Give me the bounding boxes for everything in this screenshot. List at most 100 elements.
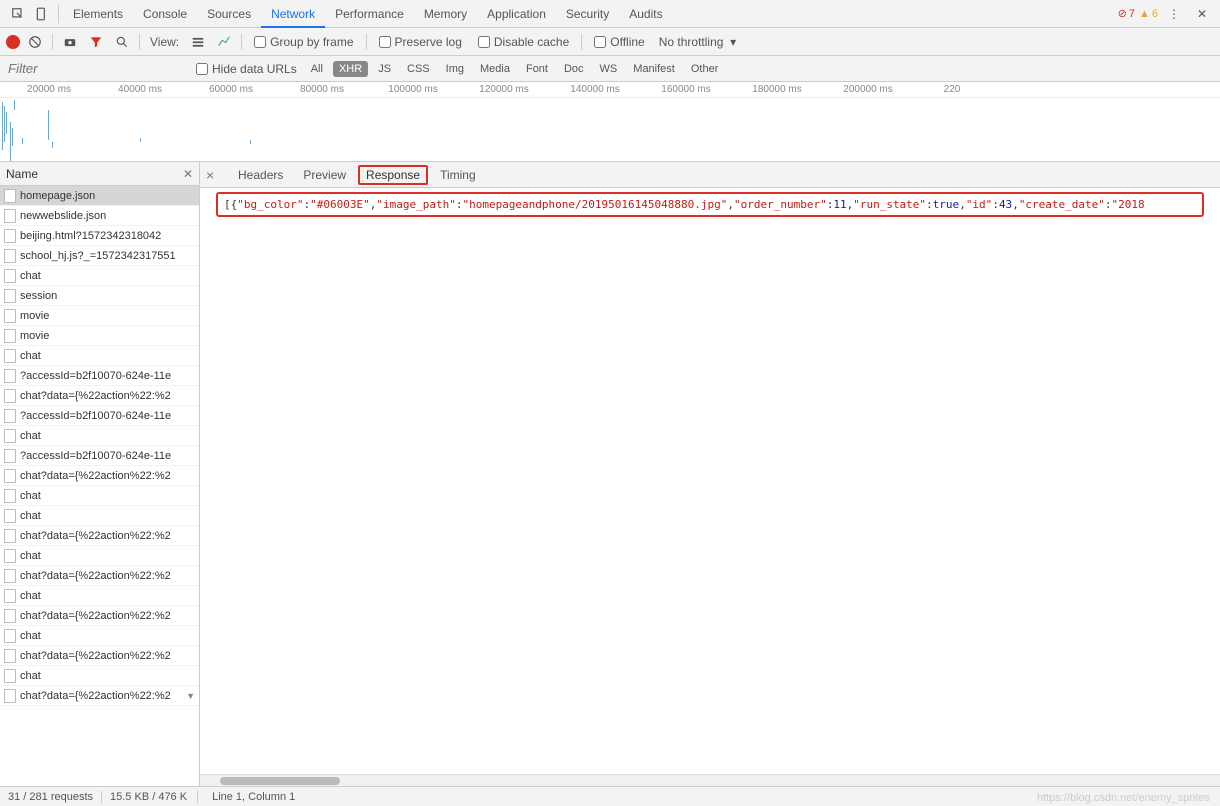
tab-security[interactable]: Security <box>556 0 619 27</box>
filter-chip-ws[interactable]: WS <box>594 61 624 77</box>
more-icon[interactable]: ⋮ <box>1162 2 1186 26</box>
timeline-tick: 160000 ms <box>661 84 710 95</box>
file-icon <box>4 489 16 503</box>
filter-chip-font[interactable]: Font <box>520 61 554 77</box>
hide-data-urls-checkbox[interactable]: Hide data URLs <box>196 62 297 76</box>
request-name: chat <box>20 630 41 642</box>
horizontal-scrollbar[interactable] <box>200 774 1220 786</box>
request-row[interactable]: beijing.html?1572342318042 <box>0 226 199 246</box>
record-button[interactable] <box>6 35 20 49</box>
detail-tab-timing[interactable]: Timing <box>432 166 484 184</box>
request-name: homepage.json <box>20 190 95 202</box>
request-list[interactable]: homepage.json newwebslide.jsonbeijing.htm… <box>0 186 199 786</box>
request-name: movie <box>20 310 49 322</box>
request-detail-panel: × HeadersPreviewResponseTiming [{"bg_col… <box>200 162 1220 786</box>
request-row[interactable]: chat <box>0 486 199 506</box>
file-icon <box>4 549 16 563</box>
group-by-frame-checkbox[interactable]: Group by frame <box>254 35 353 49</box>
request-row[interactable]: chat?data={%22action%22:%2 <box>0 466 199 486</box>
timeline-tick: 100000 ms <box>388 84 437 95</box>
request-row[interactable]: ?accessId=b2f10070-624e-11e <box>0 406 199 426</box>
tab-audits[interactable]: Audits <box>619 0 672 27</box>
tab-memory[interactable]: Memory <box>414 0 477 27</box>
request-row[interactable]: chat?data={%22action%22:%2 <box>0 606 199 626</box>
tab-console[interactable]: Console <box>133 0 197 27</box>
file-icon <box>4 349 16 363</box>
filter-chip-other[interactable]: Other <box>685 61 725 77</box>
name-column-header[interactable]: Name <box>6 167 38 181</box>
view-list-icon[interactable] <box>187 31 209 53</box>
tab-elements[interactable]: Elements <box>63 0 133 27</box>
filter-chip-img[interactable]: Img <box>440 61 470 77</box>
filter-chip-js[interactable]: JS <box>372 61 397 77</box>
tab-sources[interactable]: Sources <box>197 0 261 27</box>
disable-cache-checkbox[interactable]: Disable cache <box>478 35 569 49</box>
request-row[interactable]: homepage.json <box>0 186 199 206</box>
filter-input[interactable] <box>0 61 190 76</box>
close-icon[interactable]: ✕ <box>1190 2 1214 26</box>
request-row[interactable]: chat?data={%22action%22:%2 <box>0 386 199 406</box>
filter-chip-xhr[interactable]: XHR <box>333 61 368 77</box>
request-row[interactable]: chat?data={%22action%22:%2▼ <box>0 686 199 706</box>
request-row[interactable]: chat <box>0 546 199 566</box>
chevron-down-icon: ▼ <box>186 691 195 701</box>
request-row[interactable]: newwebslide.json <box>0 206 199 226</box>
separator <box>58 5 59 23</box>
request-row[interactable]: session <box>0 286 199 306</box>
request-row[interactable]: chat <box>0 626 199 646</box>
filter-chip-doc[interactable]: Doc <box>558 61 590 77</box>
inspect-icon[interactable] <box>6 2 30 26</box>
filter-icon[interactable] <box>85 31 107 53</box>
request-name: chat <box>20 490 41 502</box>
offline-checkbox[interactable]: Offline <box>594 35 644 49</box>
request-name: chat <box>20 270 41 282</box>
file-icon <box>4 529 16 543</box>
file-icon <box>4 569 16 583</box>
request-row[interactable]: movie <box>0 306 199 326</box>
detail-tab-preview[interactable]: Preview <box>295 166 354 184</box>
file-icon <box>4 389 16 403</box>
camera-icon[interactable] <box>59 31 81 53</box>
request-row[interactable]: chat <box>0 666 199 686</box>
search-icon[interactable] <box>111 31 133 53</box>
request-row[interactable]: chat <box>0 426 199 446</box>
close-detail-icon[interactable]: × <box>206 167 224 183</box>
device-toggle-icon[interactable] <box>30 2 54 26</box>
request-name: chat <box>20 670 41 682</box>
request-row[interactable]: ?accessId=b2f10070-624e-11e <box>0 366 199 386</box>
filter-chip-manifest[interactable]: Manifest <box>627 61 681 77</box>
request-name: chat <box>20 590 41 602</box>
panel-tabs: ElementsConsoleSourcesNetworkPerformance… <box>63 0 673 27</box>
view-waterfall-icon[interactable] <box>213 31 235 53</box>
detail-tab-headers[interactable]: Headers <box>230 166 291 184</box>
throttling-select[interactable]: No throttling ▾ <box>659 35 736 49</box>
tab-performance[interactable]: Performance <box>325 0 414 27</box>
filter-chip-all[interactable]: All <box>305 61 329 77</box>
request-row[interactable]: chat?data={%22action%22:%2 <box>0 646 199 666</box>
warning-count[interactable]: ▲ 6 <box>1139 8 1158 20</box>
request-row[interactable]: chat <box>0 506 199 526</box>
close-sidebar-icon[interactable]: ✕ <box>183 167 193 181</box>
request-row[interactable]: chat <box>0 586 199 606</box>
request-row[interactable]: chat?data={%22action%22:%2 <box>0 566 199 586</box>
timeline-tick: 180000 ms <box>752 84 801 95</box>
response-content[interactable]: [{"bg_color":"#06003E","image_path":"hom… <box>216 192 1204 217</box>
preserve-log-checkbox[interactable]: Preserve log <box>379 35 462 49</box>
detail-tab-response[interactable]: Response <box>358 165 428 185</box>
tab-application[interactable]: Application <box>477 0 556 27</box>
filter-chip-css[interactable]: CSS <box>401 61 436 77</box>
request-row[interactable]: chat <box>0 266 199 286</box>
error-count[interactable]: ⊘ 7 <box>1118 7 1135 20</box>
tab-network[interactable]: Network <box>261 0 325 27</box>
file-icon <box>4 309 16 323</box>
request-row[interactable]: chat <box>0 346 199 366</box>
request-row[interactable]: chat?data={%22action%22:%2 <box>0 526 199 546</box>
timeline-overview[interactable]: 20000 ms40000 ms60000 ms80000 ms100000 m… <box>0 82 1220 162</box>
request-row[interactable]: movie <box>0 326 199 346</box>
filter-chip-media[interactable]: Media <box>474 61 516 77</box>
clear-icon[interactable] <box>24 31 46 53</box>
request-row[interactable]: school_hj.js?_=1572342317551 <box>0 246 199 266</box>
timeline-tick: 140000 ms <box>570 84 619 95</box>
request-row[interactable]: ?accessId=b2f10070-624e-11e <box>0 446 199 466</box>
request-name: session <box>20 290 57 302</box>
